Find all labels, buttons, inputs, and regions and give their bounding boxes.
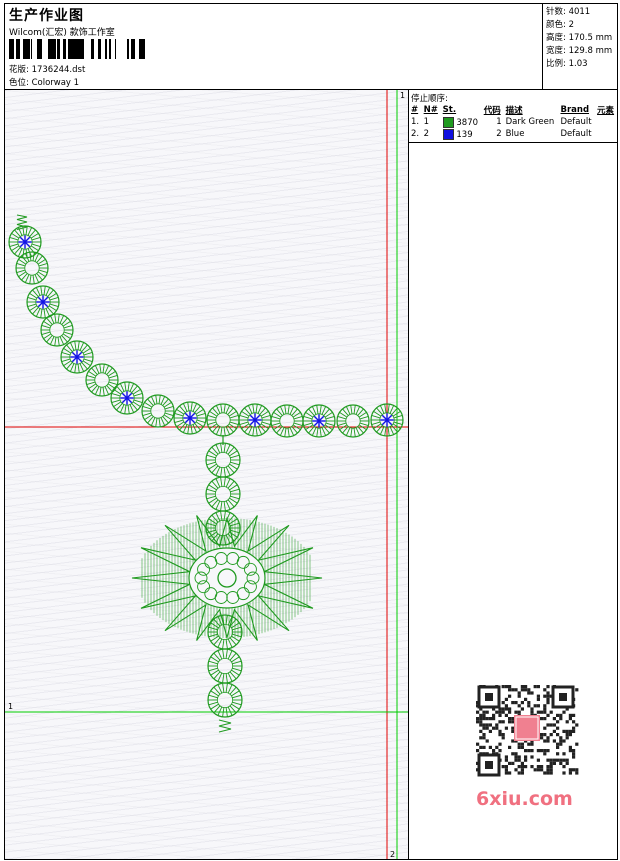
stitch-medallion <box>206 403 240 437</box>
stitch-medallion <box>205 476 241 512</box>
col-n: N# <box>423 105 438 115</box>
col-description: 描述 <box>505 106 523 116</box>
guide-label-left: 1 <box>8 702 14 711</box>
stitch-zigzag-end <box>218 719 232 733</box>
qr-code <box>470 682 582 780</box>
design-preview: 1 2 1 <box>5 90 409 859</box>
stitch-artwork <box>8 214 404 733</box>
stitch-medallion <box>270 404 304 438</box>
guide-label-top: 1 <box>400 91 406 100</box>
watermark-logo: 6xiu.com <box>476 788 573 810</box>
table-row: 1. 1 3870 1 Dark Green Default <box>411 116 592 128</box>
design-file-row: 花版: 1736244.dst <box>9 63 85 75</box>
col-element: 元素 <box>597 106 615 116</box>
stop-sequence-table: # N# St. 代码 描述 Brand 元素 1. 1 3870 1 Dark… <box>409 104 617 140</box>
color-swatch-green <box>442 116 454 128</box>
panel-divider <box>409 142 617 143</box>
stitch-medallion <box>302 404 336 438</box>
col-index: # <box>411 105 419 115</box>
stat-colors: 颜色: 2 <box>546 20 574 30</box>
col-code: 代码 <box>483 106 501 116</box>
stitch-medallion <box>205 442 241 478</box>
sheet-title: 生产作业图 <box>9 8 84 24</box>
stitch-medallion <box>207 648 243 684</box>
stitch-medallion <box>238 403 272 437</box>
company-name: Wilcom(汇宏) 款饰工作室 <box>9 28 115 38</box>
stitch-medallion <box>26 285 60 319</box>
design-file-value: 1736244.dst <box>31 65 86 75</box>
design-file-label: 花版: <box>9 65 29 75</box>
colorway-row: 色位: Colorway 1 <box>9 76 79 88</box>
color-swatch-blue <box>442 128 454 140</box>
stat-width: 宽度: 129.8 mm <box>546 46 613 56</box>
barcode <box>9 39 145 59</box>
guide-label-bottom: 2 <box>390 850 396 859</box>
worksheet-header: 生产作业图 Wilcom(汇宏) 款饰工作室 花版: 1736244.dst 色… <box>5 4 617 90</box>
stitch-medallion <box>141 394 175 428</box>
stitch-medallion <box>85 363 119 397</box>
stop-sequence-heading: 停止顺序: <box>411 94 448 104</box>
col-brand: Brand <box>560 105 590 115</box>
stitch-medallion <box>60 340 94 374</box>
colorway-label: 色位: <box>9 78 29 88</box>
stitch-medallion <box>40 313 74 347</box>
col-stitches: St. <box>442 105 457 115</box>
embroidery-design <box>5 90 408 859</box>
colorway-value: Colorway 1 <box>31 78 80 88</box>
stat-height: 高度: 170.5 mm <box>546 33 613 43</box>
table-header-row: # N# St. 代码 描述 Brand 元素 <box>409 104 617 116</box>
stat-stitches: 针数: 4011 <box>546 7 591 17</box>
guide-lines <box>5 90 408 859</box>
table-row: 2. 2 139 2 Blue Default <box>411 128 592 140</box>
design-stats: 针数: 4011 颜色: 2 高度: 170.5 mm 宽度: 129.8 mm… <box>542 4 617 89</box>
stitch-medallion <box>110 381 144 415</box>
stitch-medallion <box>336 404 370 438</box>
stat-scale: 比例: 1.03 <box>546 59 588 69</box>
stitch-medallion <box>173 401 207 435</box>
